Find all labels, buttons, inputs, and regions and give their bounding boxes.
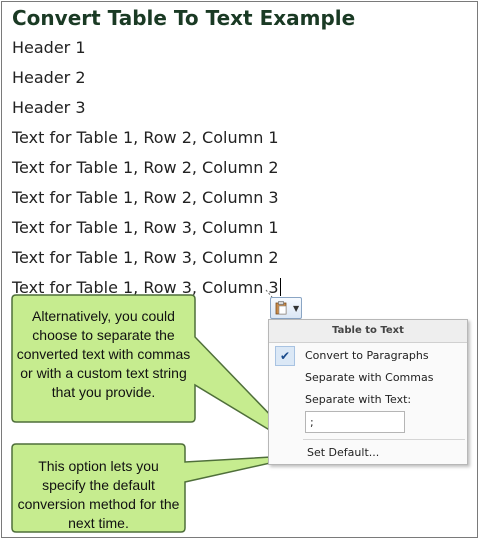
document-line[interactable]: Text for Table 1, Row 3, Column 2: [12, 248, 279, 267]
check-icon: ✔: [275, 346, 295, 366]
document-line[interactable]: Header 2: [12, 68, 86, 87]
text-caret: [279, 278, 281, 296]
menu-item-separate-text[interactable]: Separate with Text:: [305, 393, 411, 406]
document-line[interactable]: Text for Table 1, Row 2, Column 1: [12, 128, 279, 147]
menu-item-separate-commas[interactable]: Separate with Commas: [305, 371, 433, 384]
menu-divider: [303, 439, 465, 440]
document-line[interactable]: Text for Table 1, Row 2, Column 2: [12, 158, 279, 177]
document-line[interactable]: Text for Table 1, Row 2, Column 3: [12, 188, 279, 207]
document-line[interactable]: Text for Table 1, Row 3, Column 1: [12, 218, 279, 237]
document-title: Convert Table To Text Example: [12, 6, 356, 30]
document-line-text: Text for Table 1, Row 3, Column 3: [12, 278, 279, 297]
menu-item-set-default[interactable]: Set Default...: [307, 446, 379, 459]
document-line[interactable]: Header 3: [12, 98, 86, 117]
menu-item-convert-paragraphs[interactable]: Convert to Paragraphs: [305, 349, 429, 362]
clipboard-icon: [275, 301, 287, 315]
dropdown-arrow-icon: ▼: [293, 304, 300, 313]
callout-top-text: Alternatively, you could choose to separ…: [16, 308, 191, 400]
menu-header: Table to Text: [269, 320, 467, 343]
table-to-text-menu: Table to Text ✔ Convert to Paragraphs Se…: [268, 319, 468, 465]
paste-options-button[interactable]: ▼: [270, 297, 302, 319]
separator-text-input[interactable]: [305, 411, 405, 433]
document-line[interactable]: Header 1: [12, 38, 86, 57]
callout-bottom-text: This option lets you specify the default…: [17, 458, 180, 531]
document-line-last[interactable]: Text for Table 1, Row 3, Column 3: [12, 278, 281, 297]
